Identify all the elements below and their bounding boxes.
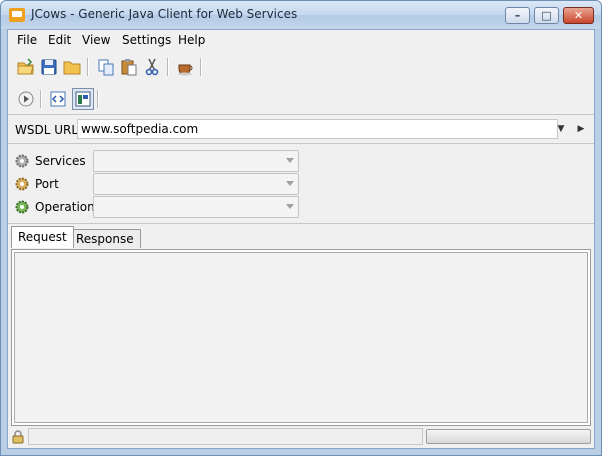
wsdl-url-input[interactable] <box>78 120 554 138</box>
gear-icon <box>14 199 30 215</box>
request-panel <box>11 249 591 426</box>
main-toolbar <box>8 52 594 82</box>
menu-view[interactable]: View <box>80 32 112 48</box>
wsdl-history-dropdown[interactable]: ▼ <box>552 120 570 138</box>
progress-bar <box>426 429 591 444</box>
minimize-button[interactable]: – <box>505 7 530 24</box>
maximize-icon: □ <box>541 9 552 22</box>
app-window: JCows - Generic Java Client for Web Serv… <box>0 0 602 456</box>
source-view-icon[interactable] <box>48 89 68 109</box>
menu-file[interactable]: File <box>15 32 39 48</box>
toolbar-separator <box>167 58 169 76</box>
request-editor[interactable] <box>14 252 588 423</box>
port-combo[interactable] <box>93 173 299 195</box>
panel-view-icon[interactable] <box>72 88 94 110</box>
port-label: Port <box>35 177 59 191</box>
tab-strip: Request Response <box>11 226 591 249</box>
coffee-cup-icon[interactable] <box>176 57 196 77</box>
operation-label: Operation <box>35 200 95 214</box>
toolbar-separator <box>97 90 99 108</box>
maximize-button[interactable]: □ <box>534 7 559 24</box>
minimize-icon: – <box>514 9 521 22</box>
chevron-down-icon <box>286 181 294 186</box>
divider <box>8 114 594 115</box>
menu-help[interactable]: Help <box>176 32 207 48</box>
tab-request[interactable]: Request <box>11 226 74 248</box>
copy-icon[interactable] <box>96 57 116 77</box>
services-row: Services <box>8 150 308 172</box>
tab-response[interactable]: Response <box>69 229 141 248</box>
menu-edit[interactable]: Edit <box>46 32 73 48</box>
paste-icon[interactable] <box>119 57 139 77</box>
chevron-down-icon <box>286 158 294 163</box>
status-text <box>28 428 423 445</box>
wsdl-go-button[interactable]: ▶ <box>572 120 590 138</box>
close-icon: ✕ <box>573 9 584 22</box>
title-bar[interactable]: JCows - Generic Java Client for Web Serv… <box>1 1 601 29</box>
services-combo[interactable] <box>93 150 299 172</box>
toolbar-separator <box>87 58 89 76</box>
jcows-app-icon <box>9 8 25 22</box>
lock-icon <box>11 430 25 444</box>
save-icon[interactable] <box>39 57 59 77</box>
toolbar-separator <box>40 90 42 108</box>
secondary-toolbar <box>8 84 594 114</box>
close-button[interactable]: ✕ <box>563 7 594 24</box>
open-folder-icon[interactable] <box>16 57 36 77</box>
gear-icon <box>14 153 30 169</box>
operation-combo[interactable] <box>93 196 299 218</box>
client-area: File Edit View Settings Help WSDL URL: w… <box>7 29 595 449</box>
wsdl-url-label: WSDL URL: <box>15 123 83 137</box>
folder-icon[interactable] <box>62 57 82 77</box>
gear-icon <box>14 176 30 192</box>
menu-settings[interactable]: Settings <box>120 32 173 48</box>
cut-icon[interactable] <box>142 57 162 77</box>
status-bar <box>8 427 594 448</box>
window-title: JCows - Generic Java Client for Web Serv… <box>31 7 298 21</box>
toolbar-separator <box>200 58 202 76</box>
port-row: Port <box>8 173 308 195</box>
menu-bar: File Edit View Settings Help <box>8 30 594 50</box>
divider <box>8 223 594 224</box>
operation-row: Operation <box>8 196 308 218</box>
play-icon[interactable] <box>16 89 36 109</box>
divider <box>8 143 594 144</box>
chevron-down-icon <box>286 204 294 209</box>
wsdl-url-field[interactable] <box>77 119 558 139</box>
services-label: Services <box>35 154 86 168</box>
